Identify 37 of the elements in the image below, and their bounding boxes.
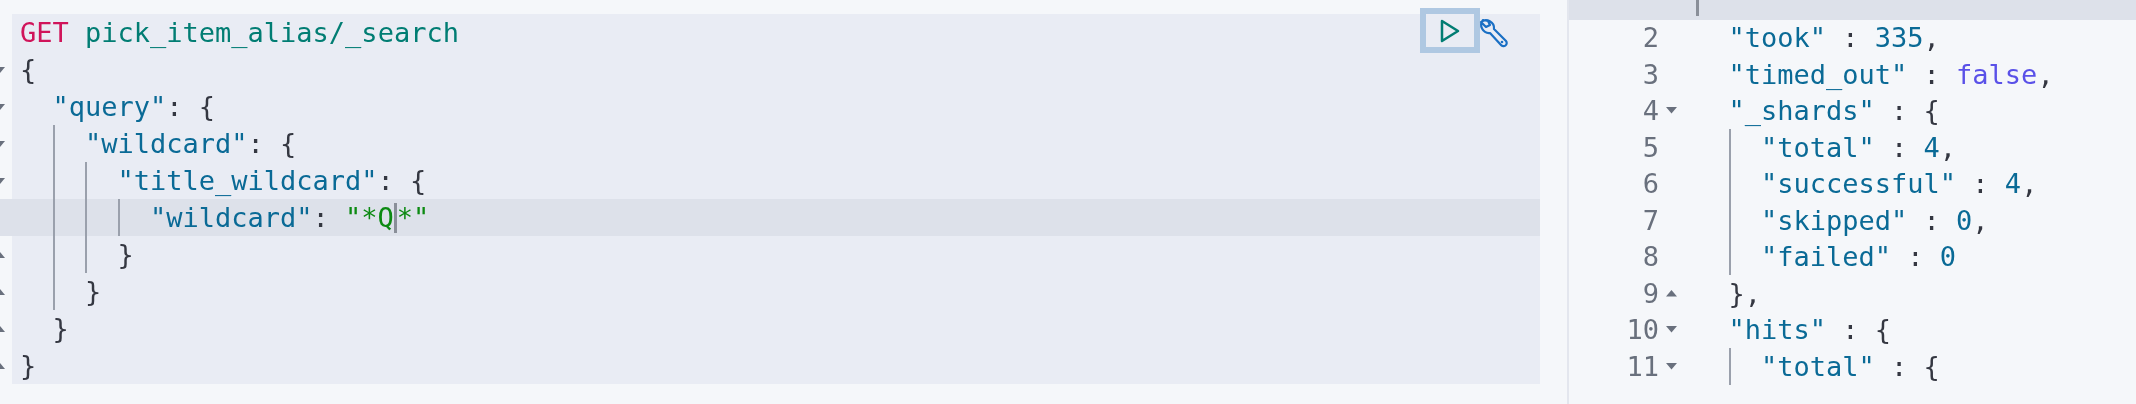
fold-down-icon[interactable]	[1665, 326, 1677, 334]
code-line: "wildcard": {	[20, 125, 297, 162]
fold-down-icon[interactable]	[1665, 107, 1677, 115]
code-line: "successful" : 4,	[1696, 165, 2038, 202]
code-line: {	[20, 52, 37, 87]
run-button[interactable]	[1420, 8, 1480, 53]
code-line: }	[20, 273, 102, 310]
fold-up-icon[interactable]	[1665, 289, 1677, 297]
line-number: 8	[1642, 240, 1659, 275]
code-line: "timed_out" : false,	[1727, 57, 2054, 92]
line-number: 11	[1626, 349, 1659, 384]
code-line: "took" : 335,	[1727, 21, 1940, 56]
code-line: },	[1727, 276, 1761, 311]
line-number: 9	[1642, 276, 1659, 311]
line-number: 7	[1642, 203, 1659, 238]
line-number: 10	[1626, 313, 1659, 348]
code-line: }	[51, 311, 69, 346]
code-line: }	[20, 236, 134, 273]
play-icon	[1438, 17, 1462, 44]
line-number: 2	[1642, 21, 1659, 56]
line-number: 3	[1642, 57, 1659, 92]
code-line: "total" : {	[1696, 348, 1940, 385]
code-line: "_shards" : {	[1727, 94, 1940, 129]
fold-down-icon[interactable]	[1665, 362, 1677, 370]
code-line: "wildcard": "*Q*"	[20, 199, 430, 236]
code-line: "hits" : {	[1727, 313, 1892, 348]
code-line: }	[20, 348, 37, 383]
line-number: 4	[1642, 94, 1659, 129]
code-line: "query": {	[51, 89, 216, 124]
code-line: GET pick_item_alias/_search	[20, 15, 459, 50]
request-editor[interactable]: GET pick_item_alias/_search { "query": { "wildcard": { "title_wildcard": { "wildcard": "*Q*" } } } }	[0, 14, 1540, 384]
code-line: "skipped" : 0,	[1696, 202, 1989, 239]
code-line: "failed" : 0	[1696, 238, 1957, 275]
code-line: "total" : 4,	[1696, 129, 1957, 166]
line-number: 6	[1642, 167, 1659, 202]
line-number: 5	[1642, 130, 1659, 165]
wrench-icon	[1477, 17, 1509, 49]
